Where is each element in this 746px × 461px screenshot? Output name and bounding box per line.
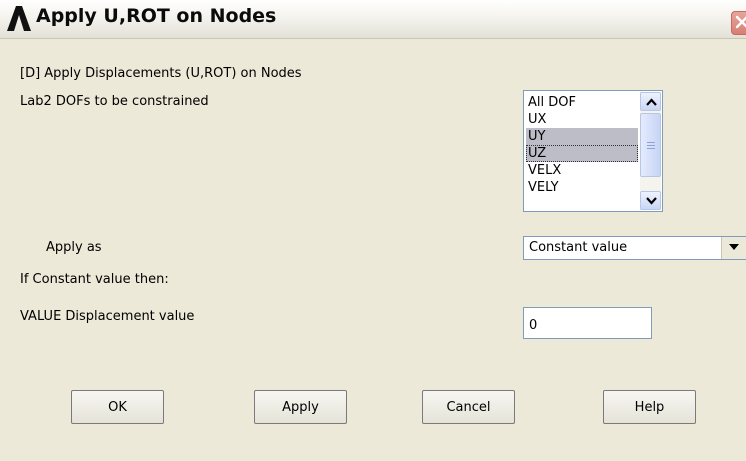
grip-line xyxy=(647,142,655,143)
help-button[interactable]: Help xyxy=(603,390,696,424)
lab2-label: Lab2 DOFs to be constrained xyxy=(20,94,209,109)
dof-list-item[interactable]: All DOF xyxy=(526,94,638,111)
ok-button[interactable]: OK xyxy=(71,390,164,424)
apply-u-rot-dialog: Apply U,ROT on Nodes [D] Apply Displacem… xyxy=(0,0,746,461)
grip-line xyxy=(647,145,655,146)
close-button[interactable] xyxy=(731,11,746,35)
apply-button[interactable]: Apply xyxy=(254,390,347,424)
apply-as-value: Constant value xyxy=(529,240,628,255)
apply-as-label: Apply as xyxy=(46,240,102,255)
value-label: VALUE Displacement value xyxy=(20,309,195,324)
title-bar[interactable]: Apply U,ROT on Nodes xyxy=(0,0,746,39)
dof-list-item[interactable]: UY xyxy=(526,128,638,145)
grip-line xyxy=(647,148,655,149)
chevron-up-icon xyxy=(646,98,657,106)
window-title: Apply U,ROT on Nodes xyxy=(36,5,277,27)
constant-value-note: If Constant value then: xyxy=(20,272,169,287)
cancel-button[interactable]: Cancel xyxy=(422,390,515,424)
scroll-thumb[interactable] xyxy=(640,113,661,177)
dof-list-item[interactable]: VELX xyxy=(526,162,638,179)
apply-as-dropdown[interactable]: Constant value xyxy=(523,236,746,260)
close-icon xyxy=(735,15,746,29)
dropdown-arrow-button[interactable] xyxy=(721,237,746,259)
chevron-down-icon xyxy=(646,197,657,205)
ansys-logo-icon xyxy=(7,6,31,31)
dof-list-items: All DOF UX UY UZ VELX VELY xyxy=(526,94,638,196)
listbox-scrollbar[interactable] xyxy=(640,92,661,210)
scroll-up-button[interactable] xyxy=(640,92,661,111)
dof-list-item[interactable]: VELY xyxy=(526,179,638,196)
dof-list-item[interactable]: UX xyxy=(526,111,638,128)
scroll-down-button[interactable] xyxy=(640,191,661,210)
triangle-down-icon xyxy=(729,244,739,250)
command-label: [D] Apply Displacements (U,ROT) on Nodes xyxy=(20,66,302,81)
dof-listbox[interactable]: All DOF UX UY UZ VELX VELY xyxy=(523,90,663,212)
displacement-value-input[interactable] xyxy=(523,307,652,339)
dof-list-item[interactable]: UZ xyxy=(526,145,638,162)
